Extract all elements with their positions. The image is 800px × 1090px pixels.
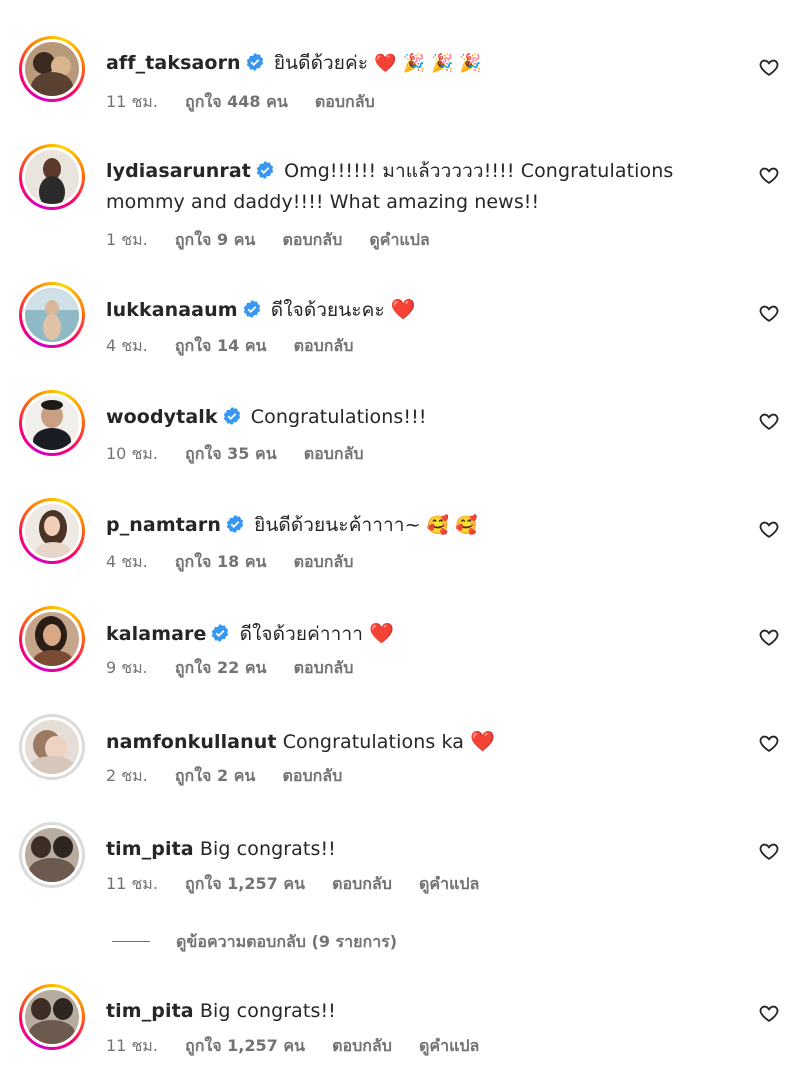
comment-text: ดีใจด้วยค่าาาา [239, 623, 363, 645]
comment-text: Congratulations ka [282, 731, 464, 753]
like-count[interactable]: ถูกใจ 22 คน [175, 658, 267, 677]
comment-text: ดีใจด้วยนะคะ [270, 299, 385, 321]
comment-time[interactable]: 11 ชม. [106, 92, 158, 111]
comment-item: namfonkullanut Congratulations ka ❤️ 2 ช… [0, 712, 800, 820]
avatar[interactable] [19, 822, 85, 888]
username[interactable]: tim_pita [106, 838, 194, 860]
verified-badge-icon [226, 515, 244, 533]
comment-time[interactable]: 9 ชม. [106, 658, 148, 677]
like-heart-icon[interactable] [758, 626, 780, 648]
reply-button[interactable]: ตอบกลับ [332, 874, 392, 893]
like-count[interactable]: ถูกใจ 1,257 คน [185, 1036, 305, 1055]
verified-badge-icon [223, 407, 240, 425]
comment-time[interactable]: 2 ชม. [106, 766, 148, 785]
like-heart-icon[interactable] [758, 840, 780, 862]
username[interactable]: kalamare [106, 623, 206, 645]
reply-button[interactable]: ตอบกลับ [294, 658, 354, 677]
like-count[interactable]: ถูกใจ 18 คน [175, 552, 267, 571]
comment-time[interactable]: 4 ชม. [106, 336, 148, 355]
avatar[interactable] [19, 984, 85, 1050]
comment-item: tim_pita Big congrats!! 11 ชม. ถูกใจ 1,2… [0, 982, 800, 1090]
like-heart-icon[interactable] [758, 56, 780, 78]
avatar[interactable] [19, 282, 85, 348]
comment-text: Congratulations!!! [250, 406, 427, 428]
username[interactable]: woodytalk [106, 406, 218, 428]
verified-badge-icon [256, 161, 274, 179]
verified-badge-icon [243, 300, 260, 318]
comment-emoji: ❤️ [390, 297, 416, 321]
verified-badge-icon [246, 53, 263, 71]
reply-button[interactable]: ตอบกลับ [304, 444, 364, 463]
see-translation-link[interactable]: ดูคำแปล [369, 230, 429, 249]
username[interactable]: aff_taksaorn [106, 52, 241, 74]
divider [112, 941, 150, 942]
like-count[interactable]: ถูกใจ 14 คน [175, 336, 267, 355]
like-heart-icon[interactable] [758, 410, 780, 432]
reply-button[interactable]: ตอบกลับ [294, 336, 354, 355]
comment-emoji: ❤️ 🎉 🎉 🎉 [374, 53, 482, 74]
comment-time[interactable]: 10 ชม. [106, 444, 158, 463]
like-count[interactable]: ถูกใจ 1,257 คน [185, 874, 305, 893]
comment-emoji: 🥰 🥰 [426, 515, 478, 536]
like-heart-icon[interactable] [758, 164, 780, 186]
reply-button[interactable]: ตอบกลับ [294, 552, 354, 571]
see-translation-link[interactable]: ดูคำแปล [419, 1036, 479, 1055]
see-translation-link[interactable]: ดูคำแปล [419, 874, 479, 893]
view-replies-label: ดูข้อความตอบกลับ (9 รายการ) [176, 932, 398, 951]
reply-button[interactable]: ตอบกลับ [315, 92, 375, 111]
comment-emoji: ❤️ [470, 729, 496, 753]
comment-time[interactable]: 11 ชม. [106, 1036, 158, 1055]
comment-item: lydiasarunrat Omg!!!!!! มาแล้ววววว!!!! C… [0, 142, 800, 250]
comment-item: aff_taksaorn ยินดีด้วยค่ะ ❤️ 🎉 🎉 🎉 11 ชม… [0, 34, 800, 142]
username[interactable]: lukkanaaum [106, 299, 238, 321]
username[interactable]: tim_pita [106, 1000, 194, 1022]
comment-emoji: ❤️ [369, 621, 395, 645]
reply-button[interactable]: ตอบกลับ [282, 230, 342, 249]
comment-time[interactable]: 4 ชม. [106, 552, 148, 571]
like-count[interactable]: ถูกใจ 2 คน [175, 766, 255, 785]
comment-time[interactable]: 11 ชม. [106, 874, 158, 893]
reply-button[interactable]: ตอบกลับ [282, 766, 342, 785]
reply-button[interactable]: ตอบกลับ [332, 1036, 392, 1055]
verified-badge-icon [212, 624, 229, 642]
like-heart-icon[interactable] [758, 518, 780, 540]
avatar[interactable] [19, 714, 85, 780]
like-count[interactable]: ถูกใจ 9 คน [175, 230, 255, 249]
avatar[interactable] [19, 390, 85, 456]
username[interactable]: lydiasarunrat [106, 160, 251, 182]
like-heart-icon[interactable] [758, 732, 780, 754]
comment-item: p_namtarn ยินดีด้วยนะค้าาาา~ 🥰 🥰 4 ชม. ถ… [0, 496, 800, 604]
comment-text: Big congrats!! [199, 838, 336, 860]
comment-item: tim_pita Big congrats!! 11 ชม. ถูกใจ 1,2… [0, 820, 800, 928]
view-replies-button[interactable]: ดูข้อความตอบกลับ (9 รายการ) [112, 930, 397, 955]
avatar[interactable] [19, 144, 85, 210]
like-heart-icon[interactable] [758, 302, 780, 324]
avatar[interactable] [19, 36, 85, 102]
comment-text: ยินดีด้วยค่ะ [273, 52, 369, 74]
comment-text: Big congrats!! [199, 1000, 336, 1022]
comment-text: ยินดีด้วยนะค้าาาา~ [254, 514, 421, 536]
comment-time[interactable]: 1 ชม. [106, 230, 148, 249]
like-count[interactable]: ถูกใจ 35 คน [185, 444, 277, 463]
like-count[interactable]: ถูกใจ 448 คน [185, 92, 288, 111]
comment-item: lukkanaaum ดีใจด้วยนะคะ ❤️ 4 ชม. ถูกใจ 1… [0, 280, 800, 388]
like-heart-icon[interactable] [758, 1002, 780, 1024]
avatar[interactable] [19, 498, 85, 564]
username[interactable]: p_namtarn [106, 514, 221, 536]
avatar[interactable] [19, 606, 85, 672]
username[interactable]: namfonkullanut [106, 731, 277, 753]
comment-item: kalamare ดีใจด้วยค่าาาา ❤️ 9 ชม. ถูกใจ 2… [0, 604, 800, 712]
comment-item: woodytalk Congratulations!!! 10 ชม. ถูกใ… [0, 388, 800, 496]
